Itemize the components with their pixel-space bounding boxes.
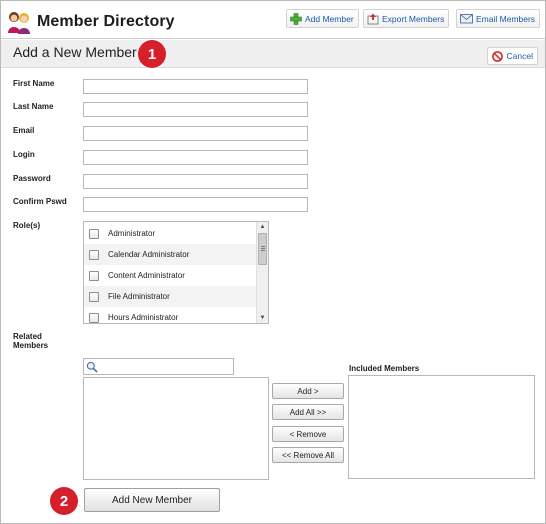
email-members-button[interactable]: Email Members bbox=[456, 9, 541, 28]
callout-badge-1: 1 bbox=[138, 40, 166, 68]
export-members-button[interactable]: Export Members bbox=[363, 9, 450, 28]
email-members-label: Email Members bbox=[476, 13, 536, 24]
first-name-field[interactable] bbox=[83, 79, 308, 94]
role-item-calendar-administrator[interactable]: Calendar Administrator bbox=[84, 244, 257, 265]
cancel-label: Cancel bbox=[506, 51, 533, 61]
callout-badge-2: 2 bbox=[50, 487, 78, 515]
export-members-label: Export Members bbox=[382, 13, 445, 24]
included-members-list[interactable] bbox=[348, 375, 535, 479]
confirm-password-label: Confirm Pswd bbox=[13, 197, 67, 206]
add-new-member-button[interactable]: Add New Member bbox=[84, 488, 220, 512]
role-label: Administrator bbox=[108, 229, 156, 238]
first-name-label: First Name bbox=[13, 79, 55, 88]
green-plus-icon bbox=[290, 12, 302, 25]
confirm-password-field[interactable] bbox=[83, 197, 308, 212]
role-item-hours-administrator[interactable]: Hours Administrator bbox=[84, 307, 257, 323]
add-member-label: Add Member bbox=[305, 13, 354, 24]
roles-list[interactable]: Administrator Calendar Administrator Con… bbox=[83, 221, 269, 324]
available-members-list[interactable] bbox=[83, 377, 269, 480]
email-label: Email bbox=[13, 126, 35, 135]
scroll-down-icon[interactable]: ▼ bbox=[257, 313, 268, 323]
roles-label: Role(s) bbox=[13, 221, 41, 230]
app-header: Member Directory Add Member Export Membe… bbox=[1, 1, 545, 39]
role-label: Content Administrator bbox=[108, 271, 185, 280]
role-checkbox[interactable] bbox=[89, 312, 99, 323]
roles-scrollbar[interactable]: ▲ ▼ bbox=[256, 222, 268, 323]
add-all-button[interactable]: Add All >> bbox=[272, 404, 344, 420]
role-checkbox[interactable] bbox=[89, 228, 99, 239]
member-search-input[interactable] bbox=[83, 358, 234, 375]
cancel-button[interactable]: Cancel bbox=[486, 47, 538, 65]
role-checkbox[interactable] bbox=[89, 249, 99, 260]
no-entry-icon bbox=[491, 50, 503, 62]
role-item-content-administrator[interactable]: Content Administrator bbox=[84, 265, 257, 286]
add-button[interactable]: Add > bbox=[272, 383, 344, 399]
role-checkbox[interactable] bbox=[89, 270, 99, 281]
export-icon bbox=[367, 13, 379, 24]
page-title: Add a New Member bbox=[13, 44, 137, 60]
envelope-icon bbox=[460, 14, 473, 24]
last-name-field[interactable] bbox=[83, 102, 308, 117]
related-members-label: Related Members bbox=[13, 332, 49, 350]
remove-button[interactable]: < Remove bbox=[272, 426, 344, 442]
scrollbar-thumb[interactable] bbox=[258, 233, 267, 265]
role-item-administrator[interactable]: Administrator bbox=[84, 223, 257, 244]
section-bar: Add a New Member Cancel bbox=[1, 40, 545, 68]
last-name-label: Last Name bbox=[13, 102, 54, 111]
login-field[interactable] bbox=[83, 150, 308, 165]
login-label: Login bbox=[13, 150, 35, 159]
role-label: File Administrator bbox=[108, 292, 170, 301]
app-title: Member Directory bbox=[37, 13, 175, 30]
scroll-up-icon[interactable]: ▲ bbox=[257, 222, 268, 232]
role-label: Hours Administrator bbox=[108, 313, 179, 322]
remove-all-button[interactable]: << Remove All bbox=[272, 447, 344, 463]
included-members-label: Included Members bbox=[349, 364, 420, 373]
email-field[interactable] bbox=[83, 126, 308, 141]
role-label: Calendar Administrator bbox=[108, 250, 190, 259]
magnifier-icon bbox=[86, 361, 98, 373]
role-checkbox[interactable] bbox=[89, 291, 99, 302]
add-member-button[interactable]: Add Member bbox=[286, 9, 359, 28]
password-field[interactable] bbox=[83, 174, 308, 189]
members-icon bbox=[8, 12, 30, 34]
role-item-file-administrator[interactable]: File Administrator bbox=[84, 286, 257, 307]
password-label: Password bbox=[13, 174, 51, 183]
